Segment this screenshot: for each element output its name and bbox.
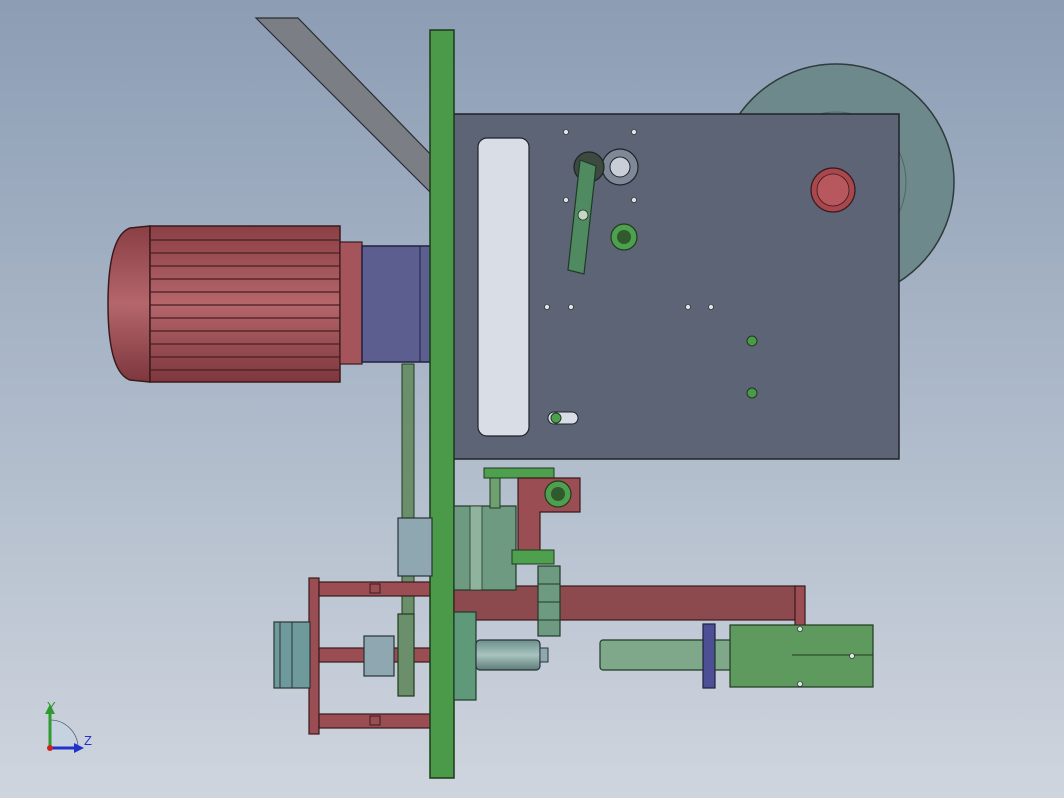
electric-motor[interactable] (107, 225, 363, 383)
red-knob[interactable] (810, 167, 856, 213)
right-actuator[interactable] (599, 623, 874, 689)
main-housing[interactable] (451, 113, 900, 460)
triad-quadrant (49, 719, 79, 749)
assembly-model[interactable]: Y Z (0, 0, 1064, 798)
housing-slot-window (477, 137, 530, 437)
cad-viewport[interactable]: Y Z (0, 0, 1064, 798)
slot-adjuster[interactable] (547, 411, 579, 425)
horizontal-arm[interactable] (453, 585, 806, 627)
coordinate-triad: Y Z (45, 699, 92, 753)
feed-guide-strip[interactable] (254, 17, 439, 194)
gearbox[interactable] (361, 245, 433, 363)
y-axis-label: Y (47, 699, 56, 714)
z-axis-label: Z (84, 733, 92, 748)
mounting-plate[interactable] (429, 29, 455, 779)
triad-origin (47, 745, 53, 751)
